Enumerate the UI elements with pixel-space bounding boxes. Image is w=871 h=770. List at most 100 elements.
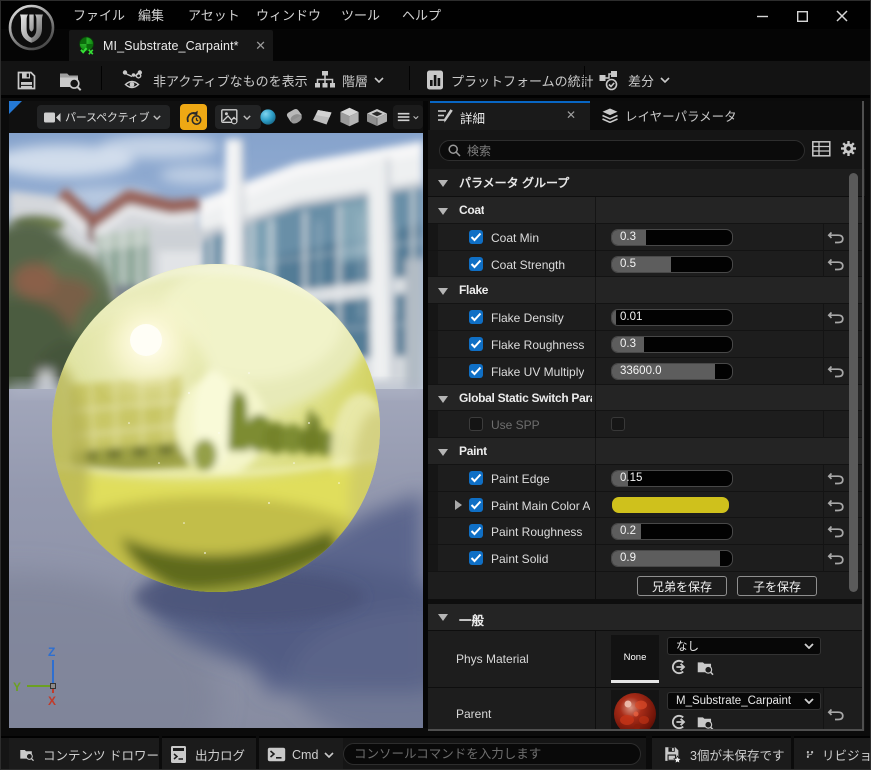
switch-value-checkbox[interactable] [611, 417, 625, 431]
realtime-toggle-button[interactable] [180, 104, 207, 130]
asset-tab[interactable]: MI_Substrate_Carpaint* ✕ [69, 30, 273, 61]
parent-dropdown[interactable]: M_Substrate_Carpaint [667, 692, 821, 710]
parameter-value-slider[interactable]: 33600.0 [611, 363, 733, 380]
save-button[interactable] [16, 63, 37, 97]
parameter-value-slider[interactable]: 0.01 [611, 309, 733, 326]
viewport-options-menu-button[interactable] [393, 105, 423, 129]
menu-item-3[interactable]: ウィンドウ [246, 1, 331, 29]
viewport-scene[interactable]: Z Y X [9, 133, 423, 728]
parameter-checkbox[interactable] [469, 417, 483, 431]
cmd-dropdown[interactable]: Cmd [259, 738, 343, 769]
parameter-checkbox[interactable] [469, 230, 483, 244]
column-splitter [595, 438, 596, 465]
console-command-input[interactable]: コンソールコマンドを入力します [343, 743, 641, 765]
chevron-down-icon [324, 751, 334, 758]
revision-control-button[interactable]: リビジョ [794, 738, 870, 769]
asset-tab-close-icon[interactable]: ✕ [253, 38, 269, 54]
unreal-logo[interactable] [8, 4, 55, 51]
close-button[interactable] [822, 1, 862, 31]
revert-to-default-button[interactable] [827, 523, 845, 539]
preview-shape-cube-button[interactable] [339, 107, 360, 127]
menu-item-1[interactable]: 編集 [128, 1, 174, 29]
tab-layer-parameters[interactable]: レイヤーパラメータ [596, 101, 743, 130]
save-child-button[interactable]: 子を保存 [737, 576, 817, 596]
toolbar-separator [409, 66, 410, 90]
panel-scrollbar[interactable] [849, 173, 858, 592]
phys-material-dropdown[interactable]: なし [667, 637, 821, 655]
content-drawer-button[interactable]: コンテンツ ドロワー [9, 738, 159, 769]
save-sibling-button[interactable]: 兄弟を保存 [637, 576, 727, 596]
parameter-value-slider[interactable]: 0.2 [611, 523, 733, 540]
menu-item-4[interactable]: ツール [331, 1, 390, 29]
parameter-row-use-spp: Use SPP [428, 411, 863, 438]
platform-stats-label: プラットフォームの統計 [451, 73, 594, 89]
menu-item-5[interactable]: ヘルプ [392, 1, 451, 29]
parameter-checkbox[interactable] [469, 310, 483, 324]
revert-column-splitter [823, 411, 824, 438]
use-selected-icon[interactable] [670, 659, 686, 675]
maximize-button[interactable] [782, 1, 822, 31]
parent-thumbnail[interactable] [611, 690, 659, 731]
details-tab-close-icon[interactable]: ✕ [566, 108, 576, 122]
parameter-checkbox[interactable] [469, 551, 483, 565]
parameter-checkbox[interactable] [469, 524, 483, 538]
parameter-row-coat-strength: Coat Strength 0.5 [428, 251, 863, 277]
parameter-checkbox[interactable] [469, 471, 483, 485]
camera-mode-dropdown[interactable]: パースペクティブ [37, 105, 170, 129]
parameter-value: 0.9 [620, 552, 636, 564]
parameter-value-slider[interactable]: 0.15 [611, 470, 733, 487]
row-background [428, 277, 863, 303]
parameter-value-slider[interactable]: 0.5 [611, 256, 733, 273]
color-swatch[interactable] [612, 497, 729, 513]
revert-to-default-button[interactable] [827, 256, 845, 272]
menu-item-0[interactable]: ファイル [63, 1, 135, 29]
cmd-label: Cmd [292, 747, 319, 762]
browse-to-asset-button[interactable] [58, 63, 83, 97]
phys-material-thumbnail[interactable]: None [611, 635, 659, 683]
use-selected-icon[interactable] [670, 714, 686, 730]
menu-item-2[interactable]: アセット [178, 1, 250, 29]
parameter-value-slider[interactable]: 0.3 [611, 336, 733, 353]
preview-shape-sphere-button[interactable] [259, 108, 277, 126]
revert-to-default-button[interactable] [827, 309, 845, 325]
camera-icon [44, 112, 61, 122]
column-splitter [595, 331, 596, 358]
tab-details[interactable]: 詳細 ✕ [430, 101, 590, 130]
show-inactive-button[interactable]: 非アクティブなものを表示 [121, 63, 308, 97]
expand-arrow-icon[interactable] [455, 500, 462, 510]
view-mode-button[interactable] [215, 105, 261, 129]
settings-button[interactable] [840, 140, 857, 162]
parameter-row-flake-roughness: Flake Roughness 0.3 [428, 331, 863, 358]
parameter-checkbox[interactable] [469, 257, 483, 271]
parent-revert-button[interactable] [827, 706, 845, 722]
folder-search-icon[interactable] [696, 659, 715, 676]
parameter-value-slider[interactable]: 0.3 [611, 229, 733, 246]
preview-shape-plane-button[interactable] [312, 109, 333, 126]
revert-to-default-button[interactable] [827, 229, 845, 245]
preview-shape-custom-mesh-button[interactable] [365, 108, 389, 127]
parameter-value-slider[interactable]: 0.9 [611, 550, 733, 567]
minimize-button[interactable] [742, 1, 782, 31]
parameter-checkbox[interactable] [469, 498, 483, 512]
unsaved-assets-button[interactable]: 3個が未保存です [652, 738, 791, 769]
preview-shape-cylinder-button[interactable] [285, 108, 305, 126]
parameter-groups-header[interactable]: パラメータ グループ [428, 169, 865, 197]
revert-to-default-button[interactable] [827, 363, 845, 379]
branch-icon [806, 751, 814, 758]
revert-to-default-button[interactable] [827, 497, 845, 513]
chevron-down-icon [804, 643, 814, 649]
parameter-groups-label: パラメータ グループ [459, 176, 570, 190]
revert-to-default-button[interactable] [827, 470, 845, 486]
output-log-button[interactable]: 出力ログ [162, 738, 256, 769]
parameter-checkbox[interactable] [469, 337, 483, 351]
parameter-checkbox[interactable] [469, 364, 483, 378]
search-input[interactable]: 検索 [439, 140, 805, 161]
display-grid-button[interactable] [812, 141, 831, 162]
platform-stats-button[interactable]: プラットフォームの統計 [425, 63, 594, 97]
column-splitter [595, 304, 596, 331]
general-section-header[interactable]: 一般 [428, 604, 863, 631]
diff-button[interactable]: 差分 [598, 63, 670, 97]
hierarchy-button[interactable]: 階層 [314, 63, 384, 97]
revert-to-default-button[interactable] [827, 550, 845, 566]
parent-label: Parent [456, 707, 492, 721]
